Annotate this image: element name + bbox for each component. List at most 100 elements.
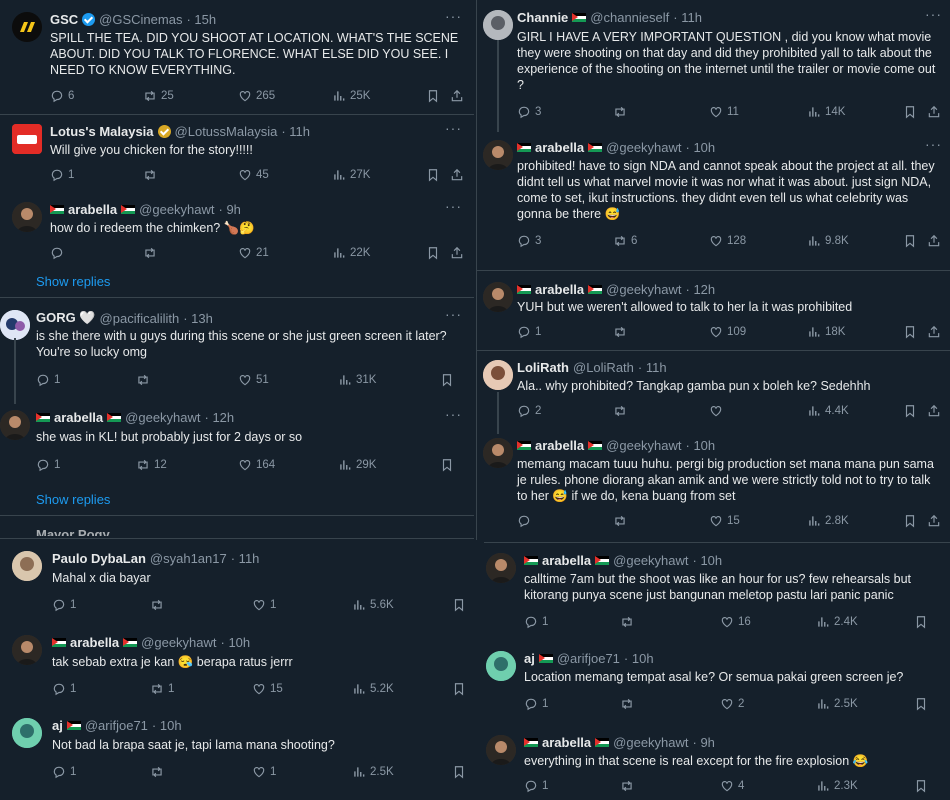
reply-button[interactable]: 6: [50, 89, 74, 103]
views-button[interactable]: 14K: [807, 105, 845, 119]
avatar[interactable]: [12, 635, 42, 665]
author-name[interactable]: Paulo DybaLan: [52, 551, 146, 566]
author-handle[interactable]: @channieself: [590, 10, 669, 25]
share-button[interactable]: [927, 234, 941, 248]
retweet-button[interactable]: 1: [150, 682, 174, 696]
timestamp[interactable]: · 11h: [673, 10, 702, 25]
avatar[interactable]: [483, 10, 513, 40]
tweet-arabella-prohibited[interactable]: arabella @geekyhawt · 10h ··· prohibited…: [477, 136, 950, 256]
bookmark-button[interactable]: [903, 325, 917, 339]
avatar[interactable]: [12, 551, 42, 581]
author-name[interactable]: Mayor Pogy: [36, 527, 110, 536]
bookmark-button[interactable]: [426, 168, 440, 182]
reply-button[interactable]: 2: [517, 404, 541, 418]
like-button[interactable]: 1: [252, 765, 276, 779]
author-handle[interactable]: @arifjoe71: [85, 718, 148, 733]
tweet-arabella-reply[interactable]: arabella @geekyhawt · 9h ··· how do i re…: [0, 198, 474, 268]
reply-button[interactable]: 1: [52, 598, 76, 612]
author-handle[interactable]: @LotussMalaysia: [175, 124, 278, 139]
tweet-channie[interactable]: Channie @channieself · 11h ··· GIRL I HA…: [477, 6, 950, 126]
avatar[interactable]: [12, 124, 42, 154]
retweet-button[interactable]: [150, 598, 168, 612]
share-button[interactable]: [450, 246, 464, 260]
author-handle[interactable]: @arifjoe71: [557, 651, 620, 666]
bookmark-button[interactable]: [452, 598, 466, 612]
retweet-button[interactable]: [613, 325, 631, 339]
like-button[interactable]: 4: [720, 779, 744, 793]
like-button[interactable]: 164: [238, 458, 275, 472]
avatar[interactable]: [486, 735, 516, 765]
avatar[interactable]: [483, 360, 513, 390]
share-button[interactable]: [927, 325, 941, 339]
timestamp[interactable]: · 11h: [281, 124, 310, 139]
timestamp[interactable]: · 10h: [686, 438, 716, 453]
tweet-arabella-kl[interactable]: arabella @geekyhawt · 12h ··· she was in…: [0, 406, 474, 478]
retweet-button[interactable]: [620, 697, 638, 711]
bookmark-button[interactable]: [914, 779, 928, 793]
tweet-aj[interactable]: aj @arifjoe71 · 10h Not bad la brapa saa…: [0, 716, 474, 792]
retweet-button[interactable]: [620, 615, 638, 629]
author-name[interactable]: GORG 🤍: [36, 310, 96, 326]
bookmark-button[interactable]: [426, 89, 440, 103]
like-button[interactable]: 45: [238, 168, 269, 182]
tweet-paulo[interactable]: Paulo DybaLan @syah1an17 · 11h Mahal x d…: [0, 549, 474, 625]
tweet-lotus[interactable]: Lotus's Malaysia @LotussMalaysia · 11h ·…: [0, 118, 474, 190]
share-button[interactable]: [927, 404, 941, 418]
views-button[interactable]: 22K: [332, 246, 370, 260]
like-button[interactable]: 16: [720, 615, 751, 629]
more-options-icon[interactable]: ···: [925, 136, 942, 152]
retweet-button[interactable]: [613, 105, 631, 119]
author-handle[interactable]: @GSCinemas: [99, 12, 182, 27]
tweet-gorg[interactable]: GORG 🤍 @pacificalilith · 13h ··· is she …: [0, 306, 474, 396]
avatar[interactable]: [483, 282, 513, 312]
reply-button[interactable]: 1: [517, 325, 541, 339]
reply-button[interactable]: 1: [50, 168, 74, 182]
author-handle[interactable]: @pacificalilith: [100, 311, 180, 326]
timestamp[interactable]: · 11h: [231, 551, 260, 566]
author-name[interactable]: Channie: [517, 10, 568, 25]
timestamp[interactable]: · 9h: [693, 735, 715, 750]
author-name[interactable]: arabella: [535, 140, 584, 155]
bookmark-button[interactable]: [452, 682, 466, 696]
tweet-aj-location[interactable]: aj @arifjoe71 · 10h Location memang temp…: [484, 649, 950, 719]
author-name[interactable]: aj: [524, 651, 535, 666]
author-name[interactable]: arabella: [54, 410, 103, 425]
more-options-icon[interactable]: ···: [445, 306, 462, 322]
author-name[interactable]: arabella: [535, 438, 584, 453]
share-button[interactable]: [450, 168, 464, 182]
like-button[interactable]: 21: [238, 246, 269, 260]
reply-button[interactable]: 1: [52, 682, 76, 696]
reply-button[interactable]: 1: [524, 697, 548, 711]
retweet-button[interactable]: 6: [613, 234, 637, 248]
like-button[interactable]: 2: [720, 697, 744, 711]
tweet-arabella-yuh[interactable]: arabella @geekyhawt · 12h YUH but we wer…: [477, 280, 950, 344]
author-name[interactable]: arabella: [70, 635, 119, 650]
tweet-arabella-calltime[interactable]: arabella @geekyhawt · 10h calltime 7am b…: [484, 551, 950, 637]
author-name[interactable]: GSC: [50, 12, 78, 27]
reply-button[interactable]: 1: [36, 458, 60, 472]
timestamp[interactable]: · 13h: [183, 311, 213, 326]
avatar[interactable]: [0, 310, 30, 340]
timestamp[interactable]: · 11h: [638, 360, 667, 375]
like-button[interactable]: 109: [709, 325, 746, 339]
retweet-button[interactable]: [143, 168, 161, 182]
author-handle[interactable]: @geekyhawt: [125, 410, 200, 425]
more-options-icon[interactable]: ···: [445, 406, 462, 422]
author-handle[interactable]: @geekyhawt: [606, 140, 681, 155]
views-button[interactable]: 2.5K: [816, 697, 858, 711]
tweet-arabella-everything[interactable]: arabella @geekyhawt · 9h everything in t…: [484, 733, 950, 799]
author-name[interactable]: arabella: [542, 553, 591, 568]
views-button[interactable]: 2.8K: [807, 514, 849, 528]
views-button[interactable]: 9.8K: [807, 234, 849, 248]
timestamp[interactable]: · 10h: [221, 635, 251, 650]
bookmark-button[interactable]: [903, 105, 917, 119]
timestamp[interactable]: · 10h: [686, 140, 716, 155]
views-button[interactable]: 18K: [807, 325, 845, 339]
author-handle[interactable]: @geekyhawt: [613, 735, 688, 750]
views-button[interactable]: 25K: [332, 89, 370, 103]
author-name[interactable]: Lotus's Malaysia: [50, 124, 154, 139]
reply-button[interactable]: [517, 514, 535, 528]
author-name[interactable]: LoliRath: [517, 360, 569, 375]
timestamp[interactable]: · 12h: [686, 282, 716, 297]
reply-button[interactable]: 3: [517, 234, 541, 248]
